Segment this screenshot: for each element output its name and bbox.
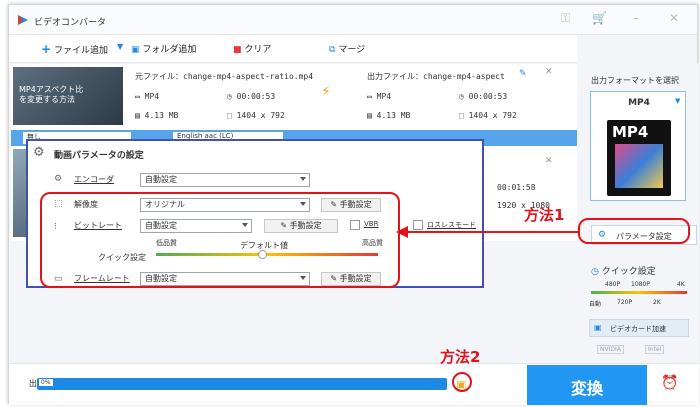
clear-label: クリア <box>244 45 272 55</box>
add-file-dropdown[interactable]: ▼ <box>117 42 123 51</box>
output-resolution-value: 1404 x 792 <box>468 111 517 120</box>
bottom-bar: 出 0% ▣ 変換 ⏰ <box>9 363 699 405</box>
convert-label: 変換 <box>570 379 603 398</box>
encoder-label: エンコーダ <box>74 175 114 184</box>
chevron-down-icon <box>300 177 306 181</box>
source-size: ▤ 4.13 MB <box>135 111 179 120</box>
mp4-format-icon: MP4 <box>607 120 671 196</box>
output-path-prefix: 出 <box>29 379 37 388</box>
output-file-name: 出力ファイル：change-mp4-aspect <box>367 72 505 81</box>
key-icon[interactable]: ⚿ <box>561 11 570 26</box>
add-folder-button[interactable]: ▣ フォルダ追加 <box>131 42 196 55</box>
gpu-icon: ▣ <box>594 323 602 332</box>
settings-gear-icon: ⚙ <box>33 145 45 160</box>
scale-label-auto: 自動 <box>589 301 602 308</box>
annotation-arrow <box>396 226 580 238</box>
source-format-value: MP4 <box>144 92 160 101</box>
highlight-box-param-button <box>578 218 690 244</box>
file-row[interactable]: MP4アスペクト比を変更する方法 元ファイル：change-mp4-aspect… <box>11 64 577 130</box>
highlight-box-dialog <box>40 192 400 288</box>
method2-annotation: 方法2 <box>440 348 481 366</box>
intel-chip: Intel <box>645 345 665 354</box>
highlight-circle-folder <box>452 372 472 392</box>
quality-slider[interactable] <box>591 291 687 294</box>
encoder-select-value: 自動設定 <box>145 175 177 184</box>
encoder-select[interactable]: 自動設定 <box>140 173 310 187</box>
output-size-value: 4.13 MB <box>376 111 411 120</box>
output-format-panel: 出力フォーマットを選択 MP4 ▼ MP4 ⚙ パラメータ設定 ◷ クイック設定… <box>577 63 699 363</box>
output-size: ▤ 4.13 MB <box>367 111 411 120</box>
merge-label: マージ <box>338 45 366 55</box>
nvidia-chip: NVIDIA <box>597 345 624 354</box>
scale-label-1080p: 1080P <box>631 281 650 288</box>
scale-label-720p: 720P <box>617 299 633 306</box>
toolbar: + ファイル追加 ▼ ▣ フォルダ追加 ■ クリア ⧉ マージ <box>9 35 577 63</box>
output-format-value: MP4 <box>376 92 392 101</box>
thumbnail-text: MP4アスペクト比を変更する方法 <box>19 85 84 104</box>
output-duration-value: 00:00:53 <box>468 92 508 101</box>
add-file-label: ファイル追加 <box>53 46 108 56</box>
convert-arrow-icon: ⚡ <box>321 84 331 100</box>
remove-row-icon[interactable]: ✕ <box>545 156 553 166</box>
output-format: ▭ MP4 <box>367 92 392 101</box>
chevron-down-icon[interactable]: ▼ <box>675 97 680 105</box>
edit-output-icon[interactable]: ✎ <box>519 69 527 79</box>
source-file-name: 元ファイル：change-mp4-aspect-ratio.mp4 <box>135 72 314 81</box>
gpu-accel-label: ビデオカード加速 <box>610 325 666 333</box>
gpu-accel-button[interactable]: ▣ ビデオカード加速 <box>589 319 689 337</box>
merge-icon: ⧉ <box>329 45 336 55</box>
format-panel-heading: 出力フォーマットを選択 <box>591 76 679 85</box>
app-logo-icon <box>17 14 29 26</box>
format-selector-label: MP4 <box>628 98 650 108</box>
source-format: ▭ MP4 <box>135 92 160 101</box>
alarm-clock-icon[interactable]: ⏰ <box>661 375 678 391</box>
video-thumbnail[interactable]: MP4アスペクト比を変更する方法 <box>13 67 123 125</box>
folder-icon: ▣ <box>131 45 140 55</box>
quick-settings-heading: ◷ クイック設定 <box>591 264 656 277</box>
output-resolution: ⬚ 1404 x 792 <box>459 111 517 120</box>
row2-duration: 00:01:58 <box>497 183 536 192</box>
remove-row-icon[interactable]: ✕ <box>545 67 553 77</box>
source-resolution: ⬚ 1404 x 792 <box>227 111 285 120</box>
method1-annotation: 方法1 <box>524 206 565 224</box>
scale-label-4k: 4K <box>677 281 685 288</box>
progress-percent: 0% <box>39 379 53 386</box>
output-duration: ◷ 00:00:53 <box>459 92 508 101</box>
plus-icon: + <box>41 42 52 56</box>
format-selector[interactable]: MP4 ▼ MP4 <box>590 91 686 201</box>
quick-settings-label: クイック設定 <box>601 267 656 277</box>
progress-bar: 0% <box>37 378 447 390</box>
scale-label-2k: 2K <box>653 299 661 306</box>
source-size-value: 4.13 MB <box>144 111 179 120</box>
convert-button[interactable]: 変換 <box>527 365 647 405</box>
mp4-icon-text: MP4 <box>612 123 649 141</box>
dialog-title: 動画パラメータの設定 <box>54 151 144 161</box>
clear-button[interactable]: ■ クリア <box>233 42 271 55</box>
trash-icon: ■ <box>233 45 242 55</box>
cart-icon[interactable]: 🛒 <box>592 11 607 25</box>
add-folder-label: フォルダ追加 <box>142 45 197 55</box>
mp4-icon-art <box>615 144 663 188</box>
source-resolution-value: 1404 x 792 <box>236 111 285 120</box>
encoder-icon: ⚙ <box>54 174 63 184</box>
clock-icon: ◷ <box>591 267 599 277</box>
minimize-button[interactable]: – <box>633 11 639 25</box>
add-file-button[interactable]: + ファイル追加 <box>41 42 108 56</box>
scale-label-480p: 480P <box>605 281 621 288</box>
app-title: ビデオコンバータ <box>34 18 107 28</box>
title-bar: ビデオコンバータ ⚿ 🛒 – ✕ <box>9 5 697 35</box>
merge-button[interactable]: ⧉ マージ <box>329 42 365 55</box>
close-button[interactable]: ✕ <box>669 11 679 25</box>
source-duration-value: 00:00:53 <box>236 92 276 101</box>
source-duration: ◷ 00:00:53 <box>227 92 276 101</box>
